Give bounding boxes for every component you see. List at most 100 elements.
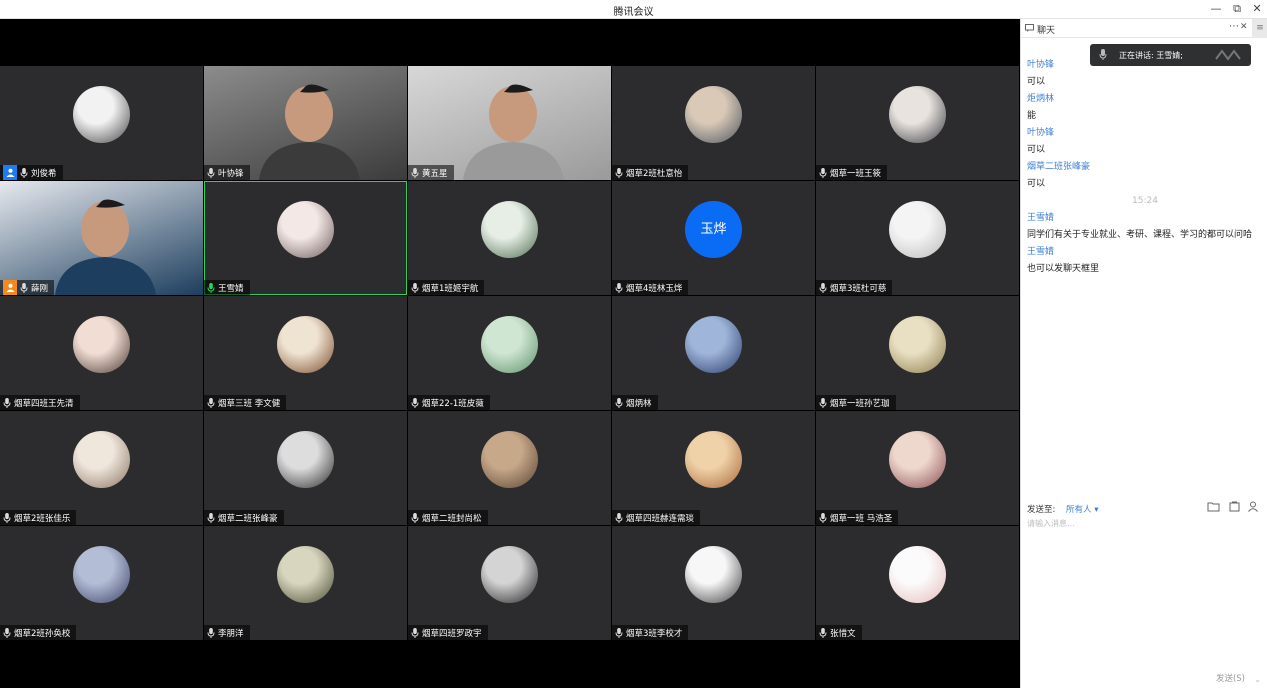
- host-badge-icon: [3, 280, 17, 295]
- collapse-panel-button[interactable]: ≡: [1252, 19, 1267, 38]
- microphone-icon: [615, 278, 623, 295]
- participant-tile[interactable]: 张惜文: [816, 526, 1019, 640]
- microphone-icon: [819, 508, 827, 525]
- participant-name: 烟草二班张峰豪: [218, 513, 278, 524]
- participant-name-bar: 烟草4班林玉烨: [612, 278, 689, 295]
- microphone-icon: [615, 623, 623, 640]
- participant-name-bar: 王雪婧: [204, 280, 250, 295]
- avatar: [277, 546, 334, 603]
- participant-tile[interactable]: 烟草2班杜意怡: [612, 66, 815, 180]
- microphone-icon: [207, 278, 215, 295]
- participant-tile[interactable]: 叶协锋: [204, 66, 407, 180]
- avatar: [685, 86, 742, 143]
- minimize-button[interactable]: —: [1208, 2, 1224, 16]
- participant-tile[interactable]: 玉烨烟草4班林玉烨: [612, 181, 815, 295]
- microphone-icon: [3, 623, 11, 640]
- participant-name-bar: 烟草二班封尚松: [408, 510, 488, 525]
- participant-tile[interactable]: 烟草一班 马浩圣: [816, 411, 1019, 525]
- participant-name-bar: 烟草2班张佳乐: [0, 508, 77, 525]
- more-options-button[interactable]: ⋯: [1229, 21, 1239, 32]
- file-icon[interactable]: [1207, 501, 1221, 512]
- person-silhouette: [463, 84, 564, 180]
- send-to-selector[interactable]: 所有人 ▾: [1066, 503, 1098, 515]
- avatar: [685, 316, 742, 373]
- participant-name-bar: 烟草22-1班皮薇: [408, 395, 490, 410]
- participant-name-bar: 刘俊希: [0, 165, 63, 180]
- participant-tile[interactable]: 烟草四班罗政宇: [408, 526, 611, 640]
- avatar: 玉烨: [685, 201, 742, 258]
- participant-name: 烟草3班李校才: [626, 628, 683, 639]
- participant-tile[interactable]: 烟草四班赫连需琰: [612, 411, 815, 525]
- avatar: [685, 546, 742, 603]
- avatar: [73, 546, 130, 603]
- participant-tile[interactable]: 烟草三班 李文健: [204, 296, 407, 410]
- participant-tile[interactable]: 烟草2班张佳乐: [0, 411, 203, 525]
- send-options-button[interactable]: ⌄: [1254, 675, 1261, 684]
- participant-tile[interactable]: 烟草3班杜可慈: [816, 181, 1019, 295]
- participant-name: 烟草1班姬宇航: [422, 283, 479, 294]
- participant-name-bar: 叶协锋: [204, 165, 250, 180]
- avatar: [277, 316, 334, 373]
- speaking-label: 正在讲话: 王雪婧;: [1119, 51, 1183, 60]
- microphone-icon: [1099, 49, 1107, 60]
- participant-name: 张惜文: [830, 628, 856, 639]
- participant-name-bar: 张惜文: [816, 625, 862, 640]
- participant-video: [204, 66, 407, 180]
- chat-sender-name: 王雪婧: [1027, 247, 1055, 257]
- send-button[interactable]: 发送(S): [1216, 672, 1245, 684]
- host-badge-icon: [3, 165, 17, 180]
- participant-tile[interactable]: 烟草二班张峰豪: [204, 411, 407, 525]
- audio-wave-icon: [1215, 49, 1241, 61]
- person-silhouette: [259, 84, 360, 180]
- participant-tile[interactable]: 黄五星: [408, 66, 611, 180]
- close-button[interactable]: ✕: [1249, 2, 1265, 16]
- title-bar: 腾讯会议 — ⧉ ✕: [0, 0, 1267, 19]
- participant-name: 黄五星: [422, 168, 448, 179]
- participant-tile[interactable]: 烟草一班孙艺珈: [816, 296, 1019, 410]
- participant-name: 烟草22-1班皮薇: [422, 398, 484, 409]
- participant-tile[interactable]: 烟草1班姬宇航: [408, 181, 611, 295]
- chat-close-button[interactable]: ✕: [1240, 22, 1248, 32]
- message-input[interactable]: 请输入消息...: [1027, 518, 1075, 529]
- microphone-icon: [20, 278, 28, 295]
- microphone-icon: [615, 508, 623, 525]
- microphone-icon: [411, 163, 419, 180]
- chat-header: 聊天 ⋯ ✕ ≡: [1021, 19, 1267, 38]
- microphone-icon: [207, 163, 215, 180]
- user-settings-icon[interactable]: [1248, 501, 1262, 512]
- participant-tile[interactable]: 烟草二班封尚松: [408, 411, 611, 525]
- speaking-indicator: 正在讲话: 王雪婧;: [1090, 44, 1251, 66]
- participant-tile[interactable]: 薛刚: [0, 181, 203, 295]
- participant-tile[interactable]: 烟草四班王先清: [0, 296, 203, 410]
- chat-message-text: 可以: [1027, 77, 1046, 87]
- send-to-label: 发送至:: [1027, 505, 1056, 515]
- microphone-icon: [3, 508, 11, 525]
- microphone-icon: [615, 163, 623, 180]
- participant-tile[interactable]: 烟草一班王筱: [816, 66, 1019, 180]
- participant-tile[interactable]: 烟草2班孙奂校: [0, 526, 203, 640]
- participant-name-bar: 烟草1班姬宇航: [408, 280, 485, 295]
- chat-message-text: 能: [1027, 111, 1037, 121]
- microphone-icon: [207, 508, 215, 525]
- participant-tile[interactable]: 烟草3班李校才: [612, 526, 815, 640]
- restore-button[interactable]: ⧉: [1229, 2, 1245, 16]
- participant-tile[interactable]: 王雪婧: [204, 181, 407, 295]
- window-title: 腾讯会议: [613, 7, 654, 18]
- participant-tile[interactable]: 烟草22-1班皮薇: [408, 296, 611, 410]
- chat-sender-name: 王雪婧: [1027, 213, 1055, 223]
- participant-name: 烟草四班罗政宇: [422, 628, 482, 639]
- avatar: [73, 316, 130, 373]
- participant-name-bar: 烟草二班张峰豪: [204, 510, 284, 525]
- participant-tile[interactable]: 烟炳林: [612, 296, 815, 410]
- screenshot-icon[interactable]: [1229, 501, 1240, 512]
- participant-name-bar: 薛刚: [0, 278, 55, 295]
- participant-name: 薛刚: [31, 283, 49, 294]
- chat-sender-name: 炬炳林: [1027, 94, 1055, 104]
- participant-name-bar: 烟草3班杜可慈: [816, 280, 893, 295]
- participant-name-bar: 烟草三班 李文健: [204, 393, 287, 410]
- participant-tile[interactable]: 李朋洋: [204, 526, 407, 640]
- participant-name-bar: 烟草一班王筱: [816, 165, 888, 180]
- microphone-icon: [207, 393, 215, 410]
- participant-tile[interactable]: 刘俊希: [0, 66, 203, 180]
- participant-video: [408, 66, 611, 180]
